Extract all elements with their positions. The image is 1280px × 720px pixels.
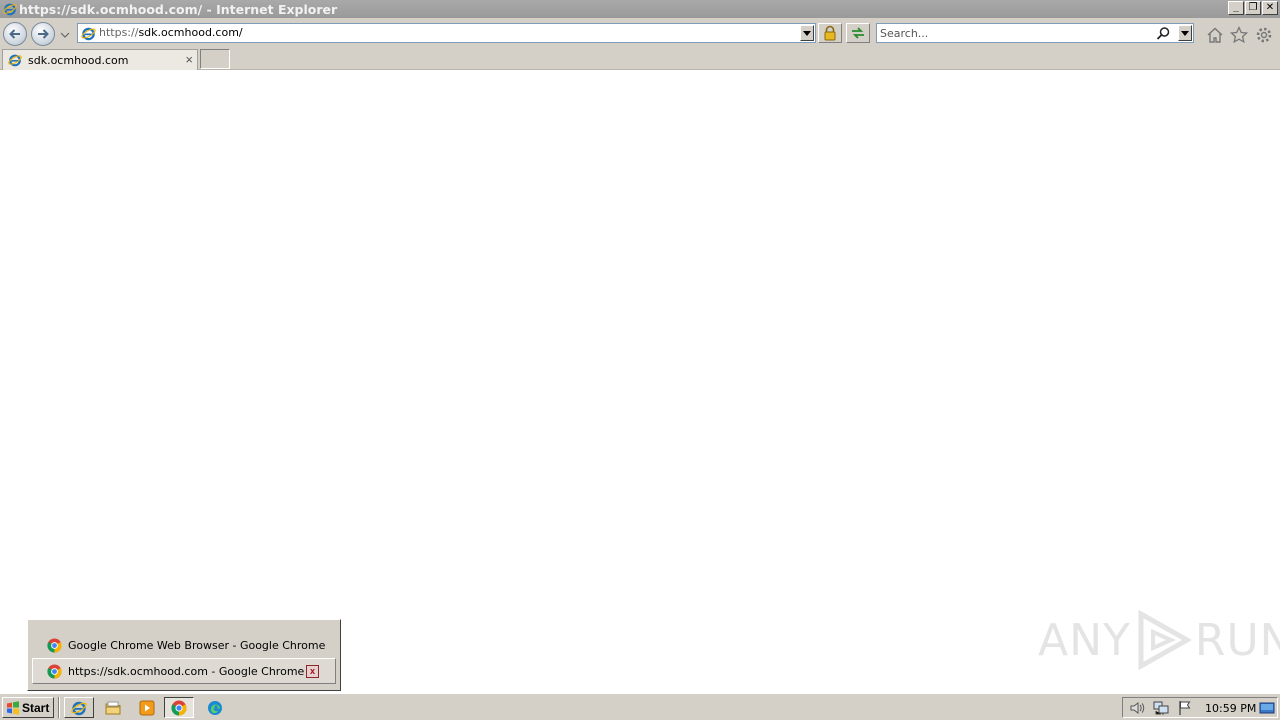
clock[interactable]: 10:59 PM	[1205, 702, 1256, 715]
title-bar[interactable]: https://sdk.ocmhood.com/ - Internet Expl…	[0, 0, 1280, 18]
tab-label: sdk.ocmhood.com	[28, 54, 129, 67]
new-tab-button[interactable]	[200, 49, 230, 69]
popup-item-label: Google Chrome Web Browser - Google Chrom…	[68, 638, 326, 652]
lock-icon	[824, 25, 836, 41]
history-dropdown-icon[interactable]	[60, 30, 70, 40]
tab-sdk-ocmhood[interactable]: sdk.ocmhood.com ×	[2, 49, 198, 70]
media-player-icon	[139, 700, 155, 715]
back-icon	[9, 29, 20, 39]
tab-bar: sdk.ocmhood.com ×	[0, 48, 1280, 70]
taskbar-edge-button[interactable]	[200, 697, 230, 718]
navigation-toolbar: https://sdk.ocmhood.com/	[0, 18, 1280, 48]
close-button[interactable]: ✕	[1262, 1, 1278, 15]
search-dropdown-button[interactable]	[1178, 25, 1192, 41]
chrome-icon	[47, 663, 62, 679]
popup-close-button[interactable]: x	[306, 665, 319, 678]
chevron-down-icon	[1181, 30, 1189, 36]
taskbar: Start 10:59 PM	[0, 693, 1280, 720]
address-dropdown-button[interactable]	[800, 25, 814, 41]
start-button[interactable]: Start	[2, 697, 54, 718]
ie-icon	[81, 27, 96, 41]
forward-icon	[38, 29, 49, 39]
popup-item-label: https://sdk.ocmhood.com - Google Chrome	[68, 664, 305, 678]
flag-icon[interactable]	[1177, 700, 1193, 716]
home-icon[interactable]	[1206, 26, 1224, 44]
taskbar-explorer-button[interactable]	[98, 697, 128, 718]
edge-icon	[208, 700, 222, 715]
forward-button[interactable]	[31, 22, 55, 46]
ie-icon	[3, 3, 17, 16]
windows-logo-icon	[7, 700, 19, 715]
star-icon[interactable]	[1230, 26, 1248, 44]
search-icon[interactable]	[1156, 26, 1171, 41]
desktop-icon[interactable]	[1259, 700, 1275, 716]
chrome-window-list-popup: Google Chrome Web Browser - Google Chrom…	[27, 619, 341, 691]
back-button[interactable]	[3, 22, 27, 46]
security-lock-button[interactable]	[818, 23, 842, 43]
window-title: https://sdk.ocmhood.com/ - Internet Expl…	[19, 1, 338, 17]
gear-icon[interactable]	[1255, 26, 1273, 44]
taskbar-ie-button[interactable]	[64, 697, 94, 718]
minimize-button[interactable]: _	[1228, 1, 1244, 15]
folder-icon	[105, 701, 121, 714]
chrome-icon	[171, 700, 187, 715]
restore-button[interactable]: ❐	[1245, 1, 1261, 15]
search-input[interactable]	[880, 26, 1150, 40]
watermark-left-text: ANY	[1038, 614, 1131, 666]
taskbar-media-player-button[interactable]	[132, 697, 162, 718]
taskbar-separator	[58, 697, 60, 718]
ie-icon	[71, 701, 87, 715]
tab-close-button[interactable]: ×	[185, 52, 193, 67]
taskbar-chrome-button[interactable]	[164, 697, 194, 718]
start-label: Start	[22, 700, 50, 715]
search-box[interactable]	[876, 23, 1194, 43]
play-icon	[1138, 609, 1192, 671]
anyrun-watermark: ANY RUN	[1038, 608, 1280, 672]
address-bar[interactable]: https://sdk.ocmhood.com/	[77, 23, 816, 43]
address-url[interactable]: https://sdk.ocmhood.com/	[99, 26, 243, 39]
popup-item-chrome-web-browser[interactable]: Google Chrome Web Browser - Google Chrom…	[32, 632, 336, 658]
network-icon[interactable]	[1153, 700, 1169, 716]
chrome-icon	[47, 637, 62, 653]
system-tray: 10:59 PM	[1122, 697, 1278, 718]
refresh-icon	[852, 27, 864, 39]
refresh-button[interactable]	[846, 23, 870, 43]
window-controls: _ ❐ ✕	[1228, 1, 1278, 15]
chevron-down-icon	[803, 30, 811, 36]
page-content[interactable]	[0, 71, 1280, 693]
popup-item-sdk-ocmhood-chrome[interactable]: https://sdk.ocmhood.com - Google Chrome …	[32, 658, 336, 684]
speaker-icon[interactable]	[1129, 700, 1145, 716]
ie-icon	[8, 54, 22, 67]
watermark-right-text: RUN	[1194, 614, 1280, 666]
